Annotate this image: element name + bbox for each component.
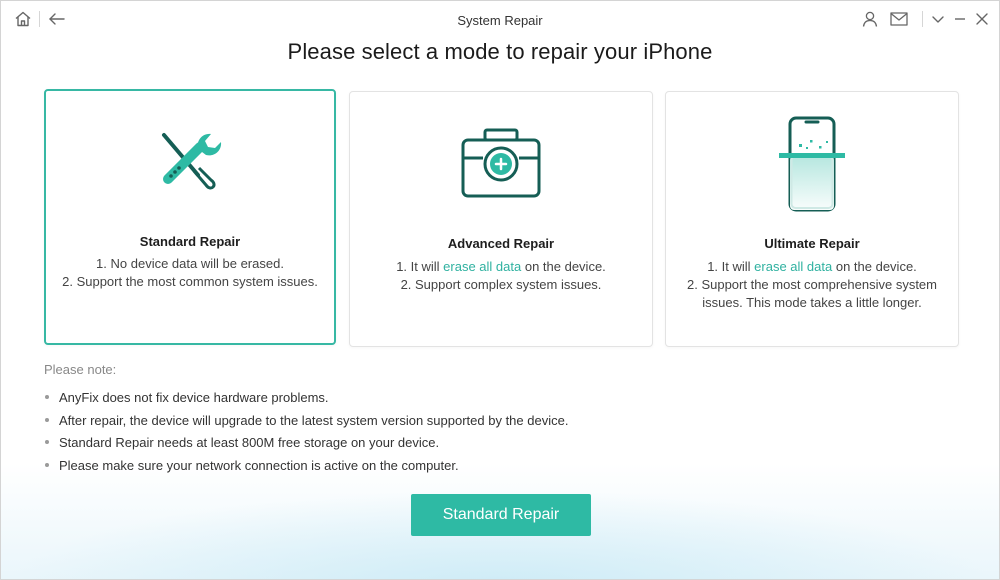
mail-icon[interactable] xyxy=(886,7,912,31)
standard-repair-button[interactable]: Standard Repair xyxy=(411,494,591,536)
app-window: System Repair Please select a mode to re… xyxy=(0,0,1000,580)
notes-list: AnyFix does not fix device hardware prob… xyxy=(44,389,568,479)
mode-card-line: issues. This mode takes a little longer. xyxy=(702,295,922,310)
erase-warning-text: erase all data xyxy=(754,259,833,274)
medical-kit-icon xyxy=(350,128,652,200)
mode-card-title: Standard Repair xyxy=(139,234,241,249)
note-item: After repair, the device will upgrade to… xyxy=(44,412,568,435)
mode-card-text: on the device. xyxy=(832,259,917,274)
wrench-screwdriver-icon xyxy=(46,131,334,195)
note-item: Standard Repair needs at least 800M free… xyxy=(44,434,568,457)
mode-card-text: 1. It will xyxy=(396,259,444,274)
mode-card-description: 1. It will erase all data on the device.… xyxy=(676,258,948,312)
titlebar-separator xyxy=(922,11,923,27)
mode-card-line: 1. It will erase all data on the device. xyxy=(360,258,642,276)
mode-card-advanced[interactable]: Advanced Repair 1. It will erase all dat… xyxy=(349,91,653,347)
close-icon[interactable] xyxy=(969,7,995,31)
mode-card-standard[interactable]: Standard Repair 1. No device data will b… xyxy=(44,89,336,345)
window-title: System Repair xyxy=(457,13,543,28)
erase-warning-text: erase all data xyxy=(443,259,522,274)
mode-card-line: 2. Support the most common system issues… xyxy=(62,274,318,289)
mode-card-ultimate[interactable]: Ultimate Repair 1. It will erase all dat… xyxy=(665,91,959,347)
mode-card-line: 1. No device data will be erased. xyxy=(96,256,284,271)
mode-card-line: 2. Support complex system issues. xyxy=(400,277,602,292)
mode-card-line: 1. It will erase all data on the device. xyxy=(676,258,948,276)
user-icon[interactable] xyxy=(857,7,883,31)
page-headline: Please select a mode to repair your iPho… xyxy=(287,39,713,64)
mode-card-title: Advanced Repair xyxy=(447,236,555,251)
mode-card-text: on the device. xyxy=(521,259,606,274)
mode-card-description: 1. No device data will be erased. 2. Sup… xyxy=(56,255,324,291)
note-item: Please make sure your network connection… xyxy=(44,457,568,480)
title-bar: System Repair xyxy=(1,1,999,37)
mode-card-text: 1. It will xyxy=(707,259,755,274)
mode-card-title: Ultimate Repair xyxy=(764,236,860,251)
phone-scan-icon xyxy=(666,116,958,214)
mode-card-description: 1. It will erase all data on the device.… xyxy=(360,258,642,294)
mode-card-line: 2. Support the most comprehensive system xyxy=(686,277,937,292)
notes-title: Please note: xyxy=(44,362,117,377)
note-item: AnyFix does not fix device hardware prob… xyxy=(44,389,568,412)
